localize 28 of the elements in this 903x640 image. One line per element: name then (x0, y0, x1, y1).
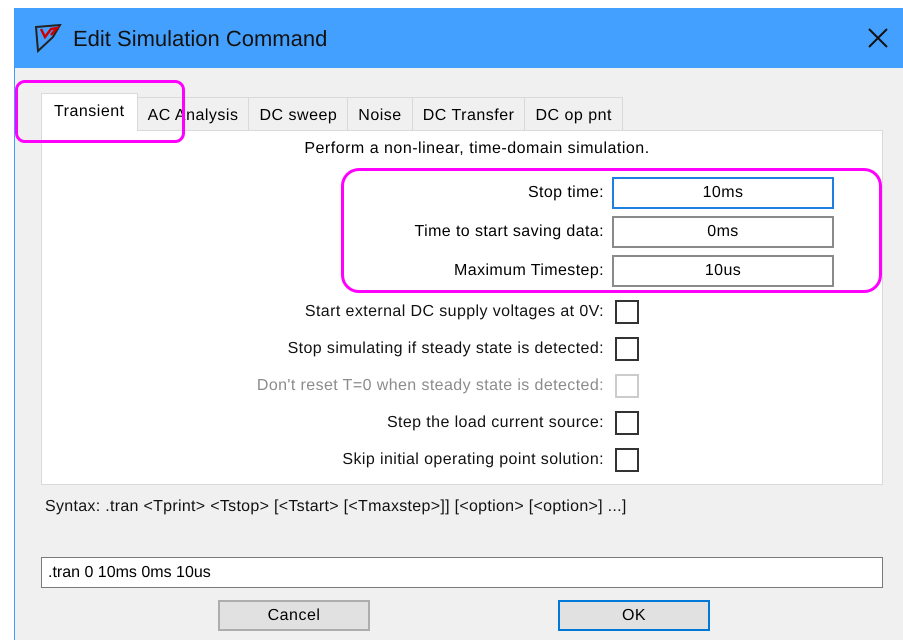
option-label: Skip initial operating point solution: (341, 450, 605, 470)
option-label: Start external DC supply voltages at 0V: (304, 302, 605, 322)
tab[interactable]: Noise (348, 97, 413, 130)
dialog-button[interactable]: OK (558, 600, 710, 631)
option-label: Don't reset T=0 when steady state is detected: (256, 376, 605, 396)
window-title: Edit Simulation Command (73, 24, 328, 52)
tab[interactable]: DC Transfer (412, 97, 526, 130)
checkbox[interactable] (615, 336, 639, 360)
tab[interactable]: DC sweep (249, 97, 348, 130)
tab[interactable]: Transient (41, 93, 138, 131)
close-icon[interactable] (867, 27, 889, 49)
app-logo-icon (33, 23, 63, 53)
description-text: Perform a non-linear, time-domain simulation. (304, 139, 650, 159)
checkbox[interactable] (615, 300, 639, 324)
checkbox[interactable] (615, 410, 639, 434)
checkbox[interactable] (615, 448, 639, 472)
input-field[interactable]: 10us (612, 255, 834, 287)
field-label: Maximum Timestep: (453, 261, 605, 281)
command-field[interactable]: .tran 0 10ms 0ms 10us (41, 557, 883, 588)
option-label: Stop simulating if steady state is detected: (286, 338, 605, 358)
tab[interactable]: DC op pnt (525, 97, 623, 130)
input-field[interactable]: 0ms (612, 216, 834, 248)
field-label: Stop time: (526, 183, 605, 203)
option-label: Step the load current source: (386, 412, 605, 432)
input-field[interactable]: 10ms (612, 177, 834, 209)
field-label: Time to start saving data: (414, 222, 605, 242)
syntax-text: Syntax: .tran <Tprint> <Tstop> [<Tstart> [<Tmaxstep>]] [<option> [<option>] ...] (45, 497, 628, 517)
dialog-button[interactable]: Cancel (218, 600, 370, 631)
